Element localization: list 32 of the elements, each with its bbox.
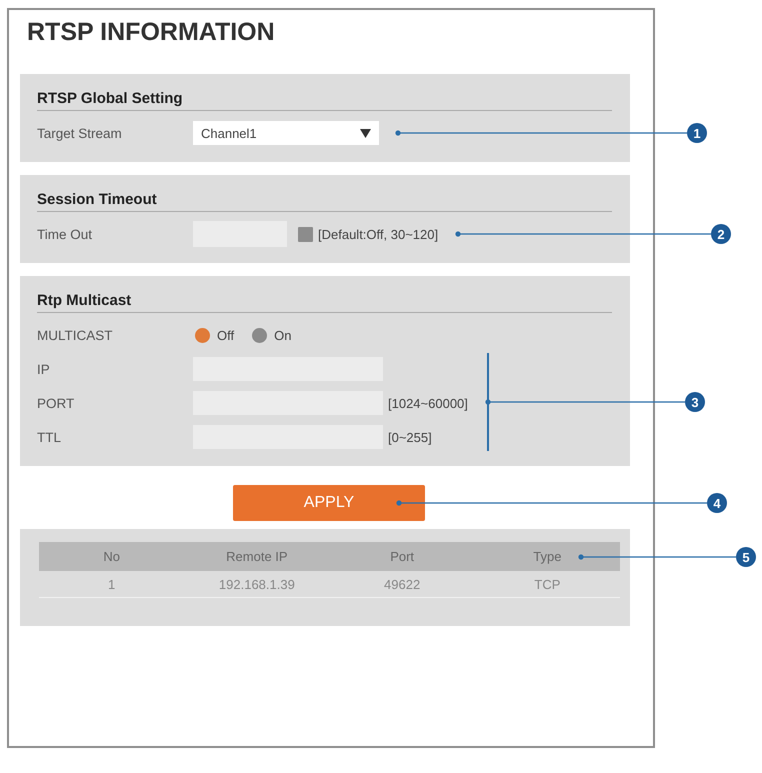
page-title: RTSP INFORMATION	[27, 18, 276, 46]
section-heading: Rtp Multicast	[37, 292, 612, 313]
field-label: MULTICAST	[37, 328, 114, 342]
range-hint: [0~255]	[388, 430, 432, 444]
table-cell: 1	[108, 576, 116, 592]
radio-label: On	[274, 328, 292, 342]
section-heading: RTSP Global Setting	[37, 90, 612, 111]
field-label: Time Out	[37, 226, 94, 242]
column-header: No	[103, 549, 120, 564]
stream-select[interactable]: Channel1	[193, 121, 379, 145]
callout-badge: 5	[736, 547, 756, 567]
callout-badge: 4	[707, 493, 727, 513]
field-label: PORT	[37, 396, 76, 410]
callout-badge: 3	[685, 392, 705, 412]
section-heading: Session Timeout	[37, 191, 612, 212]
column-header: Remote IP	[226, 549, 288, 564]
callout-badge: 1	[687, 123, 707, 143]
radio-label: Off	[217, 328, 234, 342]
range-hint: [Default:Off, 30~120]	[318, 226, 438, 242]
range-hint: [1024~60000]	[388, 396, 468, 410]
column-header: Port	[390, 549, 414, 564]
radio-button[interactable]	[195, 328, 210, 342]
table-cell: 49622	[384, 576, 420, 592]
caret-icon	[360, 128, 371, 138]
column-header: Type	[533, 549, 562, 564]
callout-badge: 2	[711, 224, 731, 244]
field-label: Target Stream	[37, 126, 123, 140]
table-cell: TCP	[534, 576, 560, 592]
field-label: TTL	[37, 430, 62, 444]
field-label: IP	[37, 362, 51, 376]
radio-button[interactable]	[252, 328, 268, 342]
table-cell: 192.168.1.39	[218, 576, 295, 592]
